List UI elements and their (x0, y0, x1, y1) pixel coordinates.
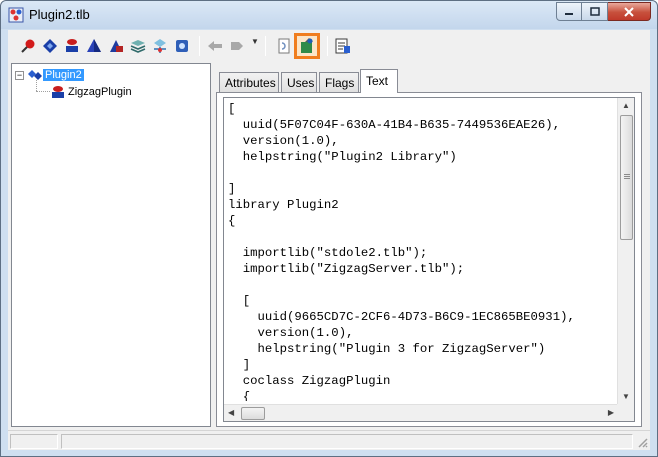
export-idl-button[interactable] (294, 33, 320, 59)
text-tab-page: [ uuid(5F07C04F-630A-41B4-B635-7449536EA… (216, 92, 642, 427)
caption-buttons (556, 2, 651, 21)
minimize-button[interactable] (556, 2, 582, 21)
diamond-icon (43, 39, 57, 53)
properties-button[interactable] (333, 35, 353, 57)
code-line: ] (228, 182, 236, 196)
scroll-down-icon[interactable]: ▼ (622, 392, 630, 401)
typelib-viewer-icon (8, 7, 24, 23)
grip-icon (624, 174, 630, 175)
toolbar-separator (265, 36, 266, 56)
tab-label: Attributes (225, 76, 276, 90)
close-button[interactable] (608, 2, 651, 21)
refresh-document-icon (278, 38, 290, 54)
forward-button[interactable] (227, 35, 247, 57)
window-title: Plugin2.tlb (29, 7, 90, 22)
collapse-icon[interactable]: − (15, 70, 24, 80)
tree-item-plugin2[interactable]: − Plugin2 (15, 67, 84, 83)
code-line: { (228, 390, 251, 401)
status-pane (61, 434, 633, 449)
stack-red-icon (66, 39, 78, 52)
chevron-down-icon[interactable]: ▼ (251, 37, 259, 46)
scroll-right-icon[interactable]: ▶ (608, 408, 614, 417)
details-tabs: Attributes Uses Flags Text [ uuid(5F07C0… (216, 67, 642, 427)
forward-arrow-icon (231, 42, 243, 50)
scroll-left-icon[interactable]: ◀ (228, 408, 234, 417)
status-bar (8, 430, 650, 450)
tab-flags[interactable]: Flags (319, 72, 359, 92)
tab-label: Flags (325, 76, 355, 90)
code-line: uuid(9665CD7C-2CF6-4D73-B6C9-1EC865BE093… (228, 310, 575, 324)
size-grip-icon[interactable] (636, 436, 648, 448)
layers-icon (130, 40, 146, 53)
toolbar: ▼ (8, 30, 650, 62)
vertical-scrollbar[interactable]: ▲ ▼ (617, 98, 634, 404)
client-area: ▼ − Plugin2 ZigzagPlugin Attributes Uses… (8, 30, 650, 450)
maximize-icon (589, 6, 600, 16)
idl-text-view[interactable]: [ uuid(5F07C04F-630A-41B4-B635-7449536EA… (223, 97, 635, 422)
code-line: uuid(5F07C04F-630A-41B4-B635-7449536EAE2… (228, 118, 561, 132)
tab-label: Uses (287, 76, 315, 90)
scroll-up-icon[interactable]: ▲ (622, 101, 630, 110)
export-idl-icon (301, 38, 313, 53)
code-line: [ (228, 294, 251, 308)
coclass-icon (52, 86, 64, 98)
type-library-tree[interactable]: − Plugin2 ZigzagPlugin (11, 63, 211, 427)
scrollbar-corner (617, 404, 634, 421)
code-line: ] (228, 358, 251, 372)
vertical-scroll-thumb[interactable] (620, 115, 633, 240)
horizontal-scrollbar[interactable]: ◀ ▶ (224, 404, 618, 421)
tree-connector (36, 91, 50, 92)
code-line: [ (228, 102, 236, 116)
code-line: importlib("stdole2.tlb"); (228, 246, 428, 260)
back-arrow-icon (208, 41, 222, 51)
code-line: { (228, 214, 236, 228)
tab-attributes[interactable]: Attributes (219, 72, 279, 92)
horizontal-scroll-thumb[interactable] (241, 407, 265, 420)
code-line: helpstring("Plugin 3 for ZigzagServer") (228, 342, 546, 356)
refresh-button[interactable] (274, 35, 294, 57)
layers-button[interactable] (128, 35, 148, 57)
code-line: importlib("ZigzagServer.tlb"); (228, 262, 465, 276)
toolbar-separator (327, 36, 328, 56)
cube-nodes-icon (154, 39, 166, 53)
triangle-module-icon (110, 40, 123, 52)
toolbar-separator (199, 36, 200, 56)
module-button[interactable] (106, 35, 126, 57)
tree-item-label: Plugin2 (43, 69, 84, 81)
main-window: Plugin2.tlb ▼ − Plugin2 ZigzagPlugin Att… (0, 0, 658, 457)
status-pane (10, 434, 58, 449)
tree-item-label: ZigzagPlugin (68, 86, 132, 98)
tree-item-zigzagplugin[interactable]: ZigzagPlugin (50, 84, 134, 100)
pin-button[interactable] (18, 35, 38, 57)
tab-text[interactable]: Text (360, 69, 398, 93)
title-bar[interactable]: Plugin2.tlb (1, 1, 657, 29)
gear-cube-button[interactable] (172, 35, 192, 57)
pyramid-icon (87, 39, 101, 52)
code-line: version(1.0), (228, 326, 354, 340)
pyramid-button[interactable] (84, 35, 104, 57)
gear-cube-icon (176, 40, 188, 52)
code-line: version(1.0), (228, 134, 339, 148)
idl-code: [ uuid(5F07C04F-630A-41B4-B635-7449536EA… (228, 101, 618, 401)
diamond-button[interactable] (40, 35, 60, 57)
code-line: coclass ZigzagPlugin (228, 374, 391, 388)
maximize-button[interactable] (582, 2, 608, 21)
library-icon (28, 70, 42, 80)
cube-nodes-button[interactable] (150, 35, 170, 57)
code-line: library Plugin2 (228, 198, 339, 212)
tab-label: Text (366, 74, 389, 88)
properties-icon (335, 38, 350, 54)
stack-button[interactable] (62, 35, 82, 57)
tab-uses[interactable]: Uses (281, 72, 317, 92)
close-icon (624, 6, 634, 17)
code-line: helpstring("Plugin2 Library") (228, 150, 457, 164)
back-button[interactable] (205, 35, 225, 57)
minimize-icon (565, 12, 573, 15)
pin-icon (21, 39, 35, 53)
